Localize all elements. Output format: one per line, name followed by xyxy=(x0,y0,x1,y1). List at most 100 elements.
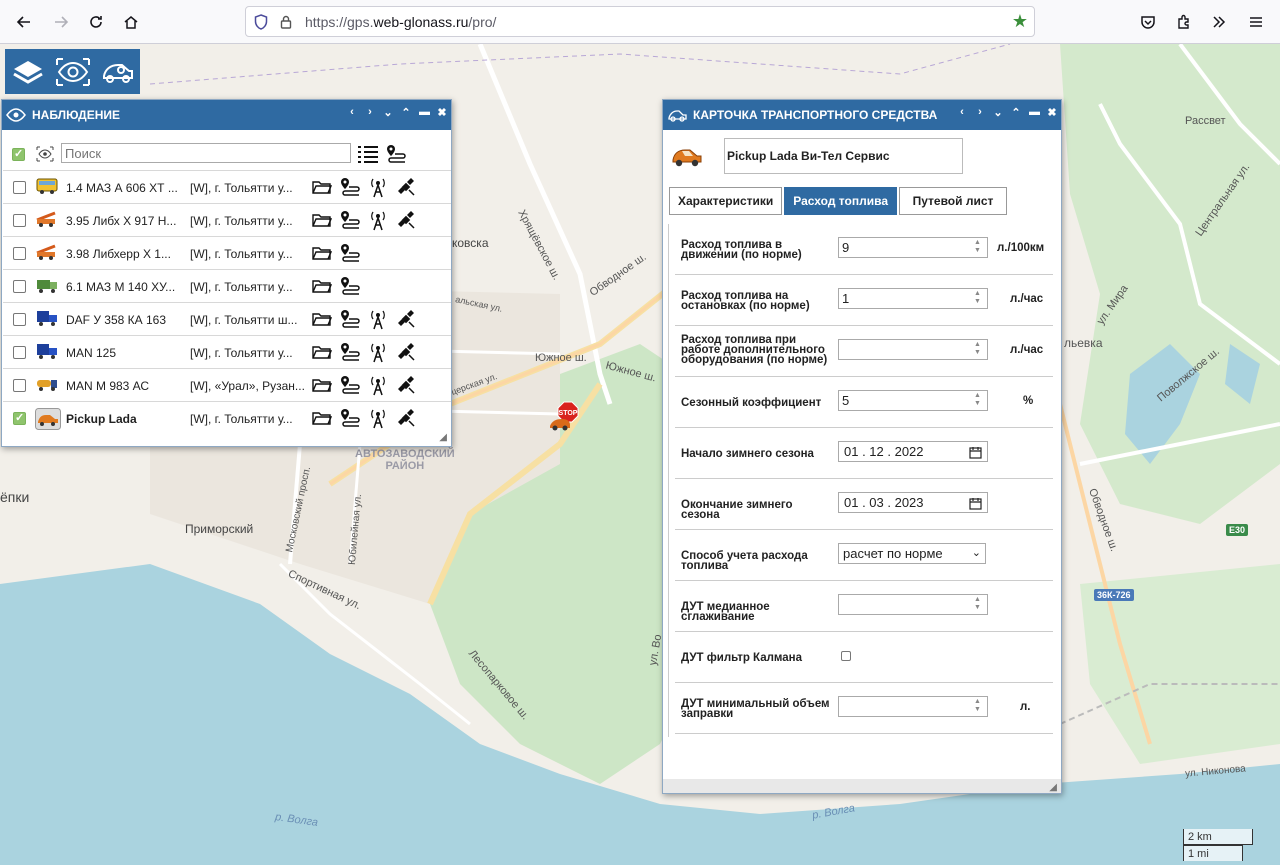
bookmark-star-icon[interactable]: ★ xyxy=(1012,11,1028,32)
tracking-shield-icon[interactable] xyxy=(254,14,268,30)
spinner-icon[interactable]: ▲ ▼ xyxy=(970,290,985,307)
chevron-down-icon[interactable]: ⌄ xyxy=(993,106,1003,119)
track-icon[interactable] xyxy=(339,374,361,396)
route-icon[interactable] xyxy=(385,143,407,168)
vehicle-checkbox[interactable] xyxy=(13,313,26,326)
calendar-icon[interactable] xyxy=(969,496,982,515)
tab-waybill[interactable]: Путевой лист xyxy=(899,187,1007,215)
fuel-number-input[interactable]: ▲ ▼ xyxy=(838,594,988,615)
satellite-icon[interactable] xyxy=(395,209,417,231)
fuel-number-input[interactable]: 9 ▲ ▼ xyxy=(838,237,988,258)
tab-characteristics[interactable]: Характеристики xyxy=(669,187,783,215)
track-icon[interactable] xyxy=(339,341,361,363)
next-icon[interactable]: › xyxy=(365,106,375,119)
prev-icon[interactable]: ‹ xyxy=(957,106,967,119)
next-icon[interactable]: › xyxy=(975,106,985,119)
vehicle-checkbox[interactable] xyxy=(13,280,26,293)
lock-icon[interactable] xyxy=(280,14,292,30)
minimize-icon[interactable]: ▬ xyxy=(419,106,430,119)
fuel-number-input[interactable]: ▲ ▼ xyxy=(838,339,988,360)
antenna-icon[interactable] xyxy=(367,176,389,198)
spinner-icon[interactable]: ▲ ▼ xyxy=(970,392,985,409)
folder-icon[interactable] xyxy=(311,341,333,363)
spinner-icon[interactable]: ▲ ▼ xyxy=(970,596,985,613)
track-icon[interactable] xyxy=(339,275,361,297)
spinner-icon[interactable]: ▲ ▼ xyxy=(970,698,985,715)
antenna-icon[interactable] xyxy=(367,407,389,429)
satellite-icon[interactable] xyxy=(395,374,417,396)
reload-button[interactable] xyxy=(82,8,110,36)
resize-handle[interactable]: ◢ xyxy=(1049,782,1057,793)
folder-icon[interactable] xyxy=(311,176,333,198)
folder-icon[interactable] xyxy=(311,275,333,297)
satellite-icon[interactable] xyxy=(395,341,417,363)
overflow-button[interactable] xyxy=(1205,8,1233,36)
vehicle-row[interactable]: DAF У 358 КА 163 [W], г. Тольятти ш... xyxy=(3,302,451,335)
vehicle-row[interactable]: 3.98 Либхерр Х 1... [W], г. Тольятти у... xyxy=(3,236,451,269)
folder-icon[interactable] xyxy=(311,407,333,429)
select-all-checkbox[interactable] xyxy=(12,147,25,161)
list-view-icon[interactable] xyxy=(357,144,379,167)
vehicle-checkbox[interactable] xyxy=(13,346,26,359)
date-input[interactable]: 01 . 03 . 2023 xyxy=(838,492,988,513)
close-icon[interactable]: ✖ xyxy=(437,106,447,119)
vehicle-name-field[interactable]: Pickup Lada Ви-Тел Сервис xyxy=(724,138,963,174)
chevron-down-icon[interactable]: ⌄ xyxy=(383,106,393,119)
fuel-method-select[interactable]: расчет по норме ⌄ xyxy=(838,543,986,564)
resize-handle[interactable]: ◢ xyxy=(439,432,447,443)
vehicle-row[interactable]: MAN 125 [W], г. Тольятти у... xyxy=(3,335,451,368)
extensions-button[interactable] xyxy=(1170,8,1198,36)
vehicle-checkbox[interactable] xyxy=(13,181,26,194)
vehicle-row[interactable]: 3.95 Либх Х 917 Н... [W], г. Тольятти у..… xyxy=(3,203,451,236)
track-icon[interactable] xyxy=(339,242,361,264)
satellite-icon[interactable] xyxy=(395,176,417,198)
antenna-icon[interactable] xyxy=(367,341,389,363)
folder-icon[interactable] xyxy=(311,209,333,231)
eye-icon[interactable] xyxy=(53,52,93,92)
vehicle-row[interactable]: 6.1 МАЗ М 140 ХУ... [W], г. Тольятти у... xyxy=(3,269,451,302)
antenna-icon[interactable] xyxy=(367,209,389,231)
fuel-number-input[interactable]: 1 ▲ ▼ xyxy=(838,288,988,309)
vehicle-checkbox[interactable] xyxy=(13,379,26,392)
vehicle-card-header[interactable]: КАРТОЧКА ТРАНСПОРТНОГО СРЕДСТВА ‹ › ⌄ ⌃ … xyxy=(663,100,1061,130)
address-bar[interactable]: https://gps.web-glonass.ru/pro/ ★ xyxy=(245,6,1035,37)
satellite-icon[interactable] xyxy=(395,407,417,429)
back-button[interactable] xyxy=(10,8,38,36)
antenna-icon[interactable] xyxy=(367,308,389,330)
date-input[interactable]: 01 . 12 . 2022 xyxy=(838,441,988,462)
folder-icon[interactable] xyxy=(311,308,333,330)
vehicle-row[interactable]: Pickup Lada [W], г. Тольятти у... xyxy=(3,401,451,434)
tab-fuel-consumption[interactable]: Расход топлива xyxy=(784,187,897,215)
vehicle-checkbox[interactable] xyxy=(13,247,26,260)
fuel-number-input[interactable]: 5 ▲ ▼ xyxy=(838,390,988,411)
vehicle-row[interactable]: 1.4 МАЗ А 606 ХТ ... [W], г. Тольятти у..… xyxy=(3,170,451,203)
search-input[interactable] xyxy=(61,143,351,163)
vehicle-checkbox[interactable] xyxy=(13,214,26,227)
fuel-number-input[interactable]: ▲ ▼ xyxy=(838,696,988,717)
close-icon[interactable]: ✖ xyxy=(1047,106,1057,119)
calendar-icon[interactable] xyxy=(969,445,982,464)
layers-icon[interactable] xyxy=(8,52,48,92)
folder-icon[interactable] xyxy=(311,242,333,264)
forward-button[interactable] xyxy=(47,8,75,36)
chevron-up-icon[interactable]: ⌃ xyxy=(401,106,411,119)
antenna-icon[interactable] xyxy=(367,374,389,396)
kalman-filter-checkbox[interactable] xyxy=(841,651,851,661)
vehicle-row[interactable]: MAN М 983 АС [W], «Урал», Рузан... xyxy=(3,368,451,401)
chevron-up-icon[interactable]: ⌃ xyxy=(1011,106,1021,119)
observation-panel-header[interactable]: НАБЛЮДЕНИЕ ‹ › ⌄ ⌃ ▬ ✖ xyxy=(2,100,451,130)
visibility-toggle-icon[interactable] xyxy=(36,146,54,165)
spinner-icon[interactable]: ▲ ▼ xyxy=(970,341,985,358)
prev-icon[interactable]: ‹ xyxy=(347,106,357,119)
satellite-icon[interactable] xyxy=(395,308,417,330)
track-icon[interactable] xyxy=(339,209,361,231)
folder-icon[interactable] xyxy=(311,374,333,396)
track-icon[interactable] xyxy=(339,407,361,429)
spinner-icon[interactable]: ▲ ▼ xyxy=(970,239,985,256)
home-button[interactable] xyxy=(117,8,145,36)
track-icon[interactable] xyxy=(339,176,361,198)
track-icon[interactable] xyxy=(339,308,361,330)
menu-button[interactable] xyxy=(1242,8,1270,36)
minimize-icon[interactable]: ▬ xyxy=(1029,106,1040,119)
vehicle-checkbox[interactable] xyxy=(13,411,26,425)
